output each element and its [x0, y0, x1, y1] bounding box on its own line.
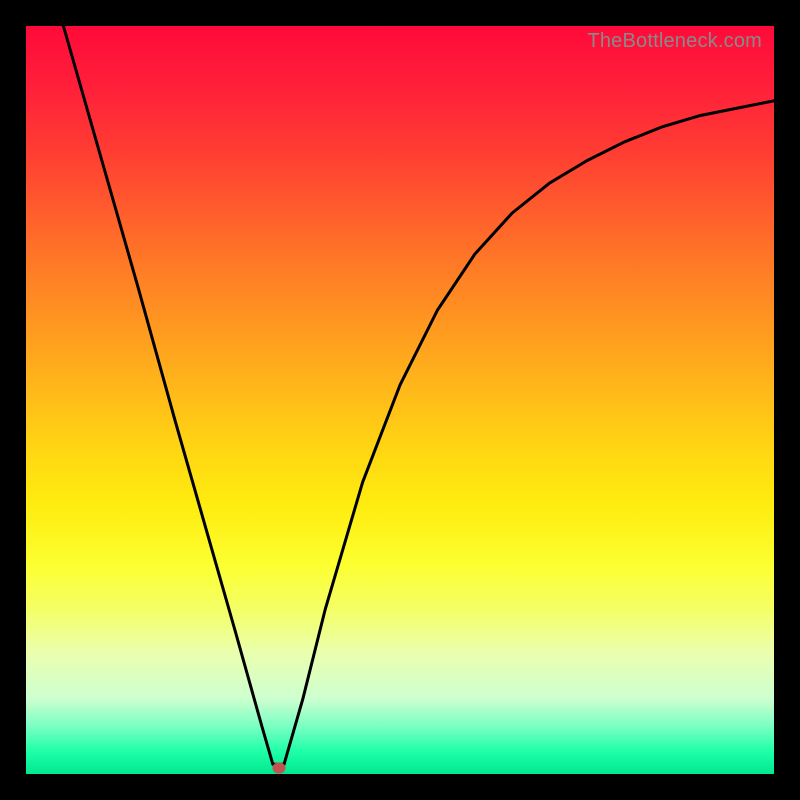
- minimum-marker: [272, 763, 285, 774]
- watermark-text: TheBottleneck.com: [587, 30, 762, 53]
- curve-svg: [26, 26, 774, 774]
- bottleneck-curve: [63, 26, 774, 764]
- plot-area: TheBottleneck.com: [26, 26, 774, 774]
- chart-frame: TheBottleneck.com: [0, 0, 800, 800]
